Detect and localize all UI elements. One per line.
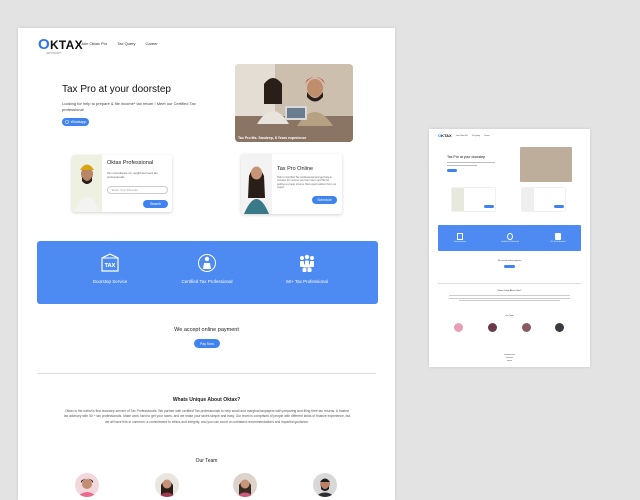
team-avatar	[155, 473, 179, 497]
mini-card-photo	[522, 188, 534, 211]
mini-hero-photo	[520, 147, 572, 182]
whatsapp-button[interactable]: Whatsapp	[62, 118, 89, 126]
online-pro-illustration	[241, 154, 272, 214]
hero-description: Looking for help to prepare & file incom…	[62, 101, 196, 112]
team-title: Our Team	[195, 458, 218, 464]
mini-features-band: Doorstep Service Certified Tax Professio…	[438, 225, 581, 251]
mini-logo: OKTAX	[438, 133, 452, 138]
mini-text-line	[447, 165, 477, 167]
hero-photo-caption: Tax Pro Ms. Sandeep, 8 Years experience	[238, 136, 307, 140]
tax-box-icon: TAX	[101, 253, 119, 272]
mini-whatsapp-button	[447, 169, 457, 172]
hero-title: Tax Pro at your doorstep	[62, 84, 171, 95]
mini-logo-text: KTAX	[441, 133, 452, 138]
tax-pro-online-card: Tax Pro Online Talk to Certified Tax pro…	[241, 154, 342, 214]
team-member-photo	[315, 478, 335, 497]
certified-pro-icon	[198, 254, 216, 272]
mini-professional-card	[452, 188, 495, 211]
feature-label-50-plus: 50+ Tax Professional	[286, 279, 328, 284]
whatsapp-button-label: Whatsapp	[70, 120, 87, 124]
mini-search-button	[484, 205, 494, 208]
mini-payment-title: We accept online payment	[497, 260, 522, 262]
team-member-photo	[236, 479, 254, 497]
pay-now-button[interactable]: Pay Now	[194, 339, 220, 348]
features-band: TAX Doorstep Service Certified Tax Profe…	[37, 241, 378, 304]
mini-feature: Certified Tax Professional	[490, 233, 530, 243]
professional-card-title: Oktax Professional	[107, 160, 154, 166]
team-avatar	[233, 473, 257, 497]
mini-text-line	[449, 295, 570, 296]
mini-schedule-button	[554, 205, 564, 208]
pincode-input-placeholder: Enter Your Pincode	[112, 188, 138, 192]
professional-card-text: Tax compliance for neighbourhood tax pro…	[107, 171, 158, 179]
mini-feature-label: Certified Tax Professional	[500, 242, 520, 243]
unique-text: Oktax is the nation's first doorstep ser…	[63, 409, 351, 424]
mini-team-avatar	[454, 323, 463, 332]
nav-join-oktax-pro[interactable]: Join Oktax Pro	[81, 41, 107, 46]
tax-box-icon	[457, 233, 463, 240]
online-card-title: Tax Pro Online	[277, 166, 314, 172]
mini-feature-label: 50+ Tax Professional	[550, 242, 566, 243]
mini-footer-line	[504, 354, 515, 355]
mini-nav-item: Tax Query	[471, 135, 480, 137]
mini-card-photo	[452, 188, 464, 211]
online-pro-photo	[241, 154, 272, 214]
mini-nav: Join Oktax Pro Tax Query Career	[456, 135, 490, 137]
mini-team-avatar	[488, 323, 497, 332]
schedule-button[interactable]: Schedule	[312, 196, 337, 204]
team-member-photo	[77, 478, 97, 497]
mini-text-line	[447, 162, 495, 164]
mini-team-title: Our Team	[505, 315, 514, 317]
search-button[interactable]: Search	[143, 200, 168, 208]
mobile-preview[interactable]: OKTAX Join Oktax Pro Tax Query Career Ta…	[429, 129, 590, 367]
mini-nav-item: Career	[484, 135, 490, 137]
feature-doorstep-service: TAX Doorstep Service	[65, 253, 155, 284]
professional-photo	[72, 155, 102, 212]
mini-feature-label: Doorstep Service	[453, 242, 467, 243]
group-icon	[555, 233, 561, 240]
mini-text-line	[449, 297, 570, 299]
group-icon	[300, 254, 314, 272]
nav-tax-query[interactable]: Tax Query	[117, 41, 135, 46]
mini-text-line	[459, 300, 560, 301]
team-member-photo	[158, 479, 176, 497]
team-avatar	[313, 473, 337, 497]
feature-certified-professional: Certified Tax Professional	[162, 253, 252, 284]
section-divider	[37, 373, 376, 374]
professional-illustration	[72, 155, 102, 212]
mini-hero-title: Tax Pro at your doorstep	[447, 155, 486, 159]
mini-feature: Doorstep Service	[440, 233, 480, 243]
hero-illustration	[235, 64, 353, 142]
pay-now-label: Pay Now	[199, 341, 214, 346]
certified-pro-icon	[507, 233, 513, 240]
mini-feature: 50+ Tax Professional	[538, 233, 578, 243]
feature-label-certified: Certified Tax Professional	[181, 279, 233, 284]
feature-label-doorstep: Doorstep Service	[92, 279, 128, 284]
pincode-input[interactable]: Enter Your Pincode	[107, 186, 168, 194]
online-card-text: Talk to Certified Tax professional and g…	[277, 176, 337, 190]
hero-photo: Tax Pro Ms. Sandeep, 8 Years experience	[235, 64, 353, 142]
main-page: OKTAX ADVISORY Join Oktax Pro Tax Query …	[18, 28, 395, 500]
search-button-label: Search	[149, 202, 162, 206]
oktax-professional-card: Oktax Professional Tax compliance for ne…	[72, 155, 172, 212]
payment-title: We accept online payment	[174, 327, 239, 333]
nav-career[interactable]: Career	[145, 41, 157, 46]
svg-text:TAX: TAX	[105, 263, 116, 269]
feature-50-plus-professionals: 50+ Tax Professional	[262, 253, 352, 284]
mini-nav-item: Join Oktax Pro	[456, 135, 468, 137]
mini-footer-line	[507, 360, 512, 361]
mini-pay-now-button	[504, 265, 515, 268]
mini-online-card	[522, 188, 565, 211]
schedule-button-label: Schedule	[317, 198, 332, 202]
unique-title: Whats Unique About Oktax?	[172, 397, 241, 403]
mini-team-avatar	[555, 323, 564, 332]
top-nav: Join Oktax Pro Tax Query Career	[81, 41, 158, 46]
whatsapp-icon	[64, 120, 69, 124]
mini-footer-line	[506, 357, 513, 358]
mini-team-avatar	[522, 323, 531, 332]
mini-unique-title: Whats Unique About Oktax?	[497, 290, 522, 292]
team-avatar	[75, 473, 99, 497]
logo-text: KTAX	[49, 38, 83, 52]
oktax-logo[interactable]: OKTAX ADVISORY	[38, 36, 83, 55]
